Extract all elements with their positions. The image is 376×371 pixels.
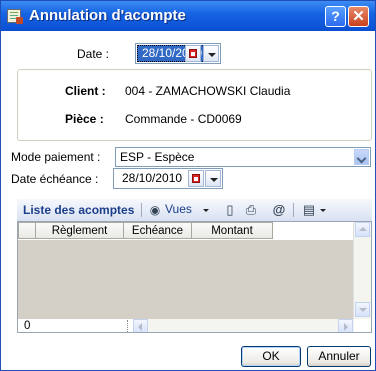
scroll-left-icon[interactable] — [133, 319, 148, 332]
scroll-up-icon[interactable] — [355, 222, 370, 237]
date-echeance-value: 28/10/2010 — [122, 171, 183, 185]
vertical-scrollbar[interactable] — [353, 222, 371, 332]
acomptes-toolbar: Liste des acomptes ◉ Vues ▯ ⎙ @ ▤ — [17, 199, 372, 222]
date-echeance-field[interactable]: 28/10/2010 — [113, 168, 223, 189]
ok-button[interactable]: OK — [241, 346, 301, 367]
client-label: Client : — [65, 84, 106, 98]
column-header-echeance[interactable]: Echéance — [124, 222, 192, 239]
date-echeance-label: Date échéance : — [11, 172, 99, 186]
app-icon — [7, 9, 23, 24]
export-icon[interactable]: ▤ — [301, 202, 317, 218]
toolbar-separator — [293, 203, 294, 217]
column-header-montant[interactable]: Montant — [192, 222, 273, 239]
calendar-icon[interactable] — [188, 170, 204, 187]
calendar-icon[interactable] — [185, 45, 201, 62]
eye-icon[interactable]: ◉ — [147, 202, 163, 218]
vues-dropdown-icon[interactable] — [203, 209, 209, 212]
grid-footer: 0 — [18, 319, 371, 332]
horizontal-scrollbar[interactable] — [133, 319, 354, 332]
date-field[interactable]: 28/10/2010 — [135, 43, 221, 64]
email-icon[interactable]: @ — [271, 202, 287, 218]
print-preview-icon[interactable]: ▯ — [222, 202, 238, 218]
dropdown-arrow-icon[interactable] — [203, 45, 219, 62]
client-value: 004 - ZAMACHOWSKI Claudia — [125, 84, 291, 98]
acomptes-grid[interactable]: Règlement Echéance Montant 0 — [17, 221, 372, 333]
column-header-reglement[interactable]: Règlement — [36, 222, 124, 239]
toolbar-separator — [141, 203, 142, 217]
print-icon[interactable]: ⎙ — [243, 202, 259, 218]
chevron-down-icon[interactable] — [354, 149, 369, 165]
vues-button[interactable]: Vues — [165, 202, 192, 216]
piece-value: Commande - CD0069 — [125, 112, 242, 126]
dialog-window: Annulation d'acompte ? ✕ Date : 28/10/20… — [0, 0, 376, 371]
scroll-down-icon[interactable] — [355, 302, 370, 317]
grid-header: Règlement Echéance Montant — [18, 222, 273, 240]
grid-body[interactable] — [18, 240, 354, 319]
row-header-cell — [18, 222, 36, 239]
dropdown-arrow-icon[interactable] — [205, 170, 221, 187]
export-dropdown-icon[interactable] — [320, 209, 326, 212]
window-title: Annulation d'acompte — [29, 7, 186, 24]
mode-paiement-label: Mode paiement : — [11, 150, 101, 164]
title-bar[interactable]: Annulation d'acompte ? ✕ — [1, 1, 375, 31]
mode-paiement-value: ESP - Espèce — [120, 150, 195, 164]
date-label: Date : — [77, 47, 110, 61]
info-groupbox: Client : 004 - ZAMACHOWSKI Claudia Pièce… — [17, 69, 372, 141]
close-button[interactable]: ✕ — [348, 6, 369, 27]
acomptes-title: Liste des acomptes — [23, 203, 135, 217]
mode-paiement-select[interactable]: ESP - Espèce — [115, 147, 371, 167]
piece-label: Pièce : — [65, 112, 104, 126]
row-count: 0 — [24, 320, 31, 332]
cancel-button[interactable]: Annuler — [307, 346, 371, 367]
help-button[interactable]: ? — [325, 6, 346, 27]
scroll-right-icon[interactable] — [338, 319, 353, 332]
